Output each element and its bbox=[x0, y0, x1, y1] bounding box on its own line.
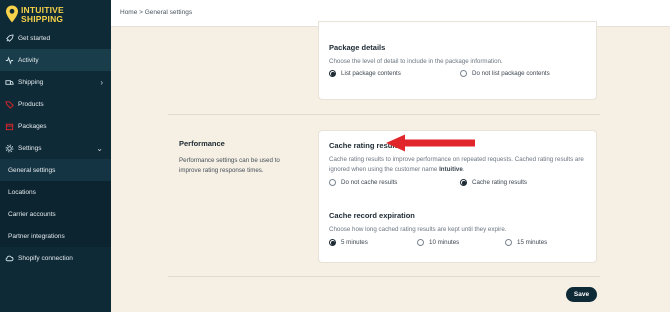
sidebar-item-label: Shipping bbox=[18, 78, 44, 86]
expiration-15-minutes-radio[interactable]: 15 minutes bbox=[505, 239, 547, 246]
sidebar-item-packages[interactable]: Packages bbox=[0, 115, 111, 137]
package-details-title: Package details bbox=[329, 43, 386, 52]
radio-label: 15 minutes bbox=[517, 239, 548, 246]
radio-label: Do not list package contents bbox=[472, 70, 550, 77]
radio-dot bbox=[329, 239, 336, 246]
sidebar-item-label: Carrier accounts bbox=[8, 210, 56, 218]
radio-label: Cache rating results bbox=[472, 179, 528, 186]
chevron-down-icon: ⌄ bbox=[96, 144, 103, 153]
tag-icon bbox=[4, 99, 14, 109]
breadcrumb[interactable]: Home > General settings bbox=[120, 9, 192, 16]
list-package-contents-radio[interactable]: List package contents bbox=[329, 70, 401, 77]
radio-dot bbox=[417, 239, 424, 246]
customer-name-bold: Intuitive bbox=[439, 165, 463, 173]
do-not-cache-results-radio[interactable]: Do not cache results bbox=[329, 179, 397, 186]
gear-icon bbox=[4, 143, 14, 153]
sidebar-item-locations[interactable]: Locations bbox=[0, 181, 111, 203]
cloud-icon bbox=[4, 253, 14, 263]
rocket-icon bbox=[4, 33, 14, 43]
sidebar-item-shipping[interactable]: Shipping › bbox=[0, 71, 111, 93]
sidebar-item-label: Shopify connection bbox=[18, 254, 73, 262]
cache-expiration-description: Choose how long cached rating results ar… bbox=[329, 226, 507, 233]
radio-dot bbox=[505, 239, 512, 246]
sidebar-item-partner-integrations[interactable]: Partner integrations bbox=[0, 225, 111, 247]
sidebar-item-label: Packages bbox=[18, 122, 47, 130]
performance-description: Performance settings can be used to impr… bbox=[179, 157, 280, 174]
box-icon bbox=[4, 121, 14, 131]
brand-line-2: SHIPPING bbox=[21, 14, 64, 24]
sidebar-item-settings[interactable]: Settings ⌄ bbox=[0, 137, 111, 159]
brand-name: INTUITIVE SHIPPING bbox=[21, 6, 64, 24]
sidebar-item-label: Partner integrations bbox=[8, 232, 65, 240]
sidebar-item-label: Products bbox=[18, 100, 44, 108]
radio-dot bbox=[460, 70, 467, 77]
section-divider bbox=[168, 114, 600, 115]
cache-rating-results-radio[interactable]: Cache rating results bbox=[460, 179, 527, 186]
sidebar-item-shopify-connection[interactable]: Shopify connection bbox=[0, 247, 111, 269]
sidebar-nav: Get started Activity Shipping › Products… bbox=[0, 27, 111, 269]
package-details-description: Choose the level of detail to include in… bbox=[329, 58, 503, 65]
cache-rating-description-end: . bbox=[462, 165, 465, 173]
radio-dot bbox=[460, 179, 467, 186]
package-details-card: Package details Choose the level of deta… bbox=[318, 21, 597, 100]
performance-title: Performance bbox=[179, 139, 225, 148]
footer-divider bbox=[168, 276, 600, 277]
expiration-10-minutes-radio[interactable]: 10 minutes bbox=[417, 239, 459, 246]
sidebar-item-carrier-accounts[interactable]: Carrier accounts bbox=[0, 203, 111, 225]
activity-icon bbox=[4, 55, 14, 65]
sidebar-item-products[interactable]: Products bbox=[0, 93, 111, 115]
location-pin-icon bbox=[6, 5, 18, 23]
radio-label: 5 minutes bbox=[341, 239, 368, 246]
cache-expiration-title: Cache record expiration bbox=[329, 211, 415, 220]
arrow-annotation-icon bbox=[386, 134, 475, 152]
radio-label: 10 minutes bbox=[429, 239, 460, 246]
sidebar-item-label: General settings bbox=[8, 166, 56, 174]
radio-dot bbox=[329, 70, 336, 77]
chevron-right-icon: › bbox=[100, 78, 103, 87]
radio-label: List package contents bbox=[341, 70, 401, 77]
cache-rating-description: Cache rating results to improve performa… bbox=[329, 155, 591, 174]
radio-label: Do not cache results bbox=[341, 179, 398, 186]
sidebar-item-label: Activity bbox=[18, 56, 39, 64]
sidebar-item-get-started[interactable]: Get started bbox=[0, 27, 111, 49]
sidebar-item-activity[interactable]: Activity bbox=[0, 49, 111, 71]
radio-dot bbox=[329, 179, 336, 186]
expiration-5-minutes-radio[interactable]: 5 minutes bbox=[329, 239, 368, 246]
do-not-list-package-contents-radio[interactable]: Do not list package contents bbox=[460, 70, 550, 77]
settings-submenu: General settings Locations Carrier accou… bbox=[0, 159, 111, 247]
sidebar-item-general-settings[interactable]: General settings bbox=[0, 159, 111, 181]
sidebar-item-label: Settings bbox=[18, 144, 42, 152]
main-content: Package details Choose the level of deta… bbox=[111, 21, 670, 312]
truck-icon bbox=[4, 77, 14, 87]
logo[interactable]: INTUITIVE SHIPPING bbox=[4, 4, 109, 26]
sidebar-item-label: Get started bbox=[18, 34, 51, 42]
sidebar-item-label: Locations bbox=[8, 188, 36, 196]
save-button[interactable]: Save bbox=[566, 287, 597, 302]
sidebar: INTUITIVE SHIPPING Get started Activity … bbox=[0, 0, 111, 312]
